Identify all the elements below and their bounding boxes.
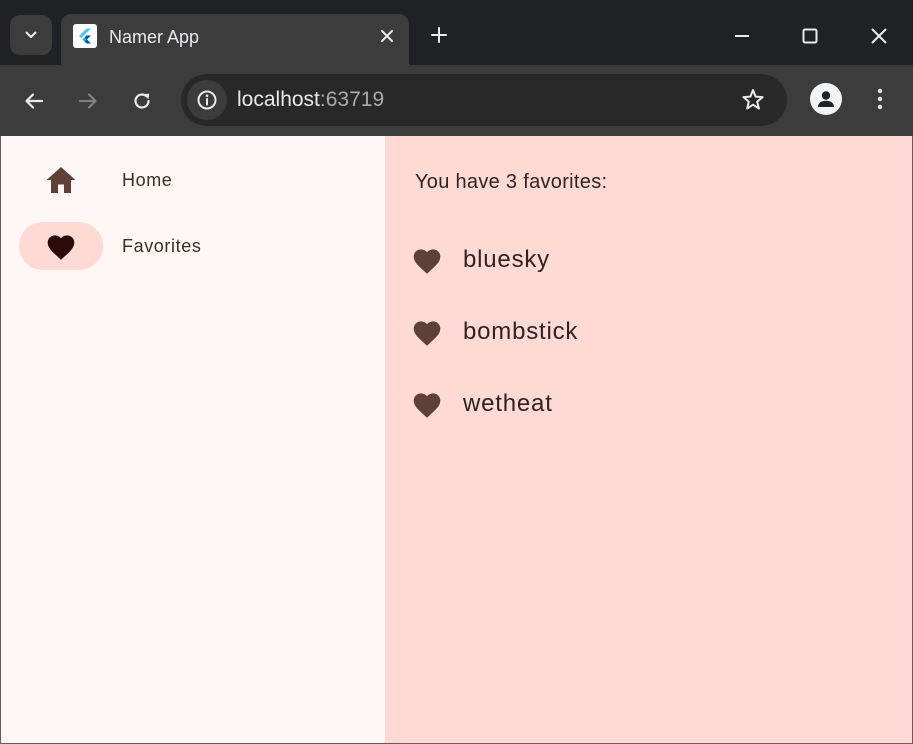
minimize-button[interactable]	[720, 14, 764, 58]
heart-icon	[413, 321, 441, 346]
new-tab-button[interactable]	[424, 20, 454, 50]
web-page: Home Favorites You have 3 favorites: blu…	[1, 136, 912, 743]
favorites-page: You have 3 favorites: bluesky bombstick …	[385, 136, 912, 743]
favorite-item: wetheat	[411, 384, 811, 424]
bookmark-button[interactable]	[739, 86, 767, 114]
chevron-down-icon	[25, 31, 37, 38]
heart-icon	[47, 235, 75, 260]
tab-title: Namer App	[109, 27, 200, 47]
kebab-menu-icon	[877, 88, 883, 110]
tab-strip: Namer App	[0, 0, 913, 65]
url-port: :63719	[319, 88, 385, 111]
heart-icon	[413, 393, 441, 418]
navigation-rail: Home Favorites	[1, 136, 385, 743]
nav-item-label: Home	[122, 170, 173, 190]
maximize-button[interactable]	[788, 14, 832, 58]
nav-indicator	[19, 156, 103, 204]
profile-button[interactable]	[810, 83, 842, 115]
forward-button[interactable]	[70, 83, 106, 119]
tab-search-button[interactable]	[10, 15, 52, 55]
star-icon	[742, 89, 764, 110]
favorite-word: bombstick	[463, 318, 579, 345]
back-arrow-icon	[25, 93, 44, 109]
nav-indicator-selected	[19, 222, 103, 270]
forward-arrow-icon	[78, 93, 97, 109]
reload-button[interactable]	[124, 83, 160, 119]
person-icon	[818, 91, 834, 107]
maximize-icon	[802, 28, 818, 44]
browser-menu-button[interactable]	[866, 83, 894, 115]
favorite-item: bluesky	[411, 240, 811, 280]
close-icon	[381, 30, 393, 42]
heart-icon	[413, 249, 441, 274]
minimize-icon	[735, 35, 749, 37]
nav-item-favorites[interactable]: Favorites	[19, 222, 359, 272]
site-info-button[interactable]	[187, 80, 227, 120]
url-host: localhost	[237, 88, 320, 111]
favorite-item: bombstick	[411, 312, 811, 352]
plus-icon	[431, 27, 447, 43]
nav-item-label: Favorites	[122, 236, 202, 256]
reload-icon	[134, 93, 150, 109]
tab-namer-app[interactable]: Namer App	[61, 14, 409, 65]
browser-window: Namer App localhost:63719 Home Favorites…	[0, 0, 913, 744]
back-button[interactable]	[16, 83, 52, 119]
favorites-heading: You have 3 favorites:	[415, 171, 608, 193]
close-window-button[interactable]	[857, 14, 901, 58]
nav-item-home[interactable]: Home	[19, 156, 359, 206]
address-bar[interactable]: localhost:63719	[181, 74, 787, 126]
favorite-word: bluesky	[463, 246, 550, 273]
home-icon	[46, 167, 76, 193]
close-icon	[871, 28, 887, 44]
close-tab-button[interactable]	[375, 24, 399, 48]
browser-toolbar: localhost:63719	[0, 65, 913, 136]
info-icon	[197, 90, 217, 110]
url-text: localhost:63719	[237, 88, 384, 112]
flutter-logo-icon	[73, 24, 97, 48]
favorite-word: wetheat	[463, 390, 553, 417]
